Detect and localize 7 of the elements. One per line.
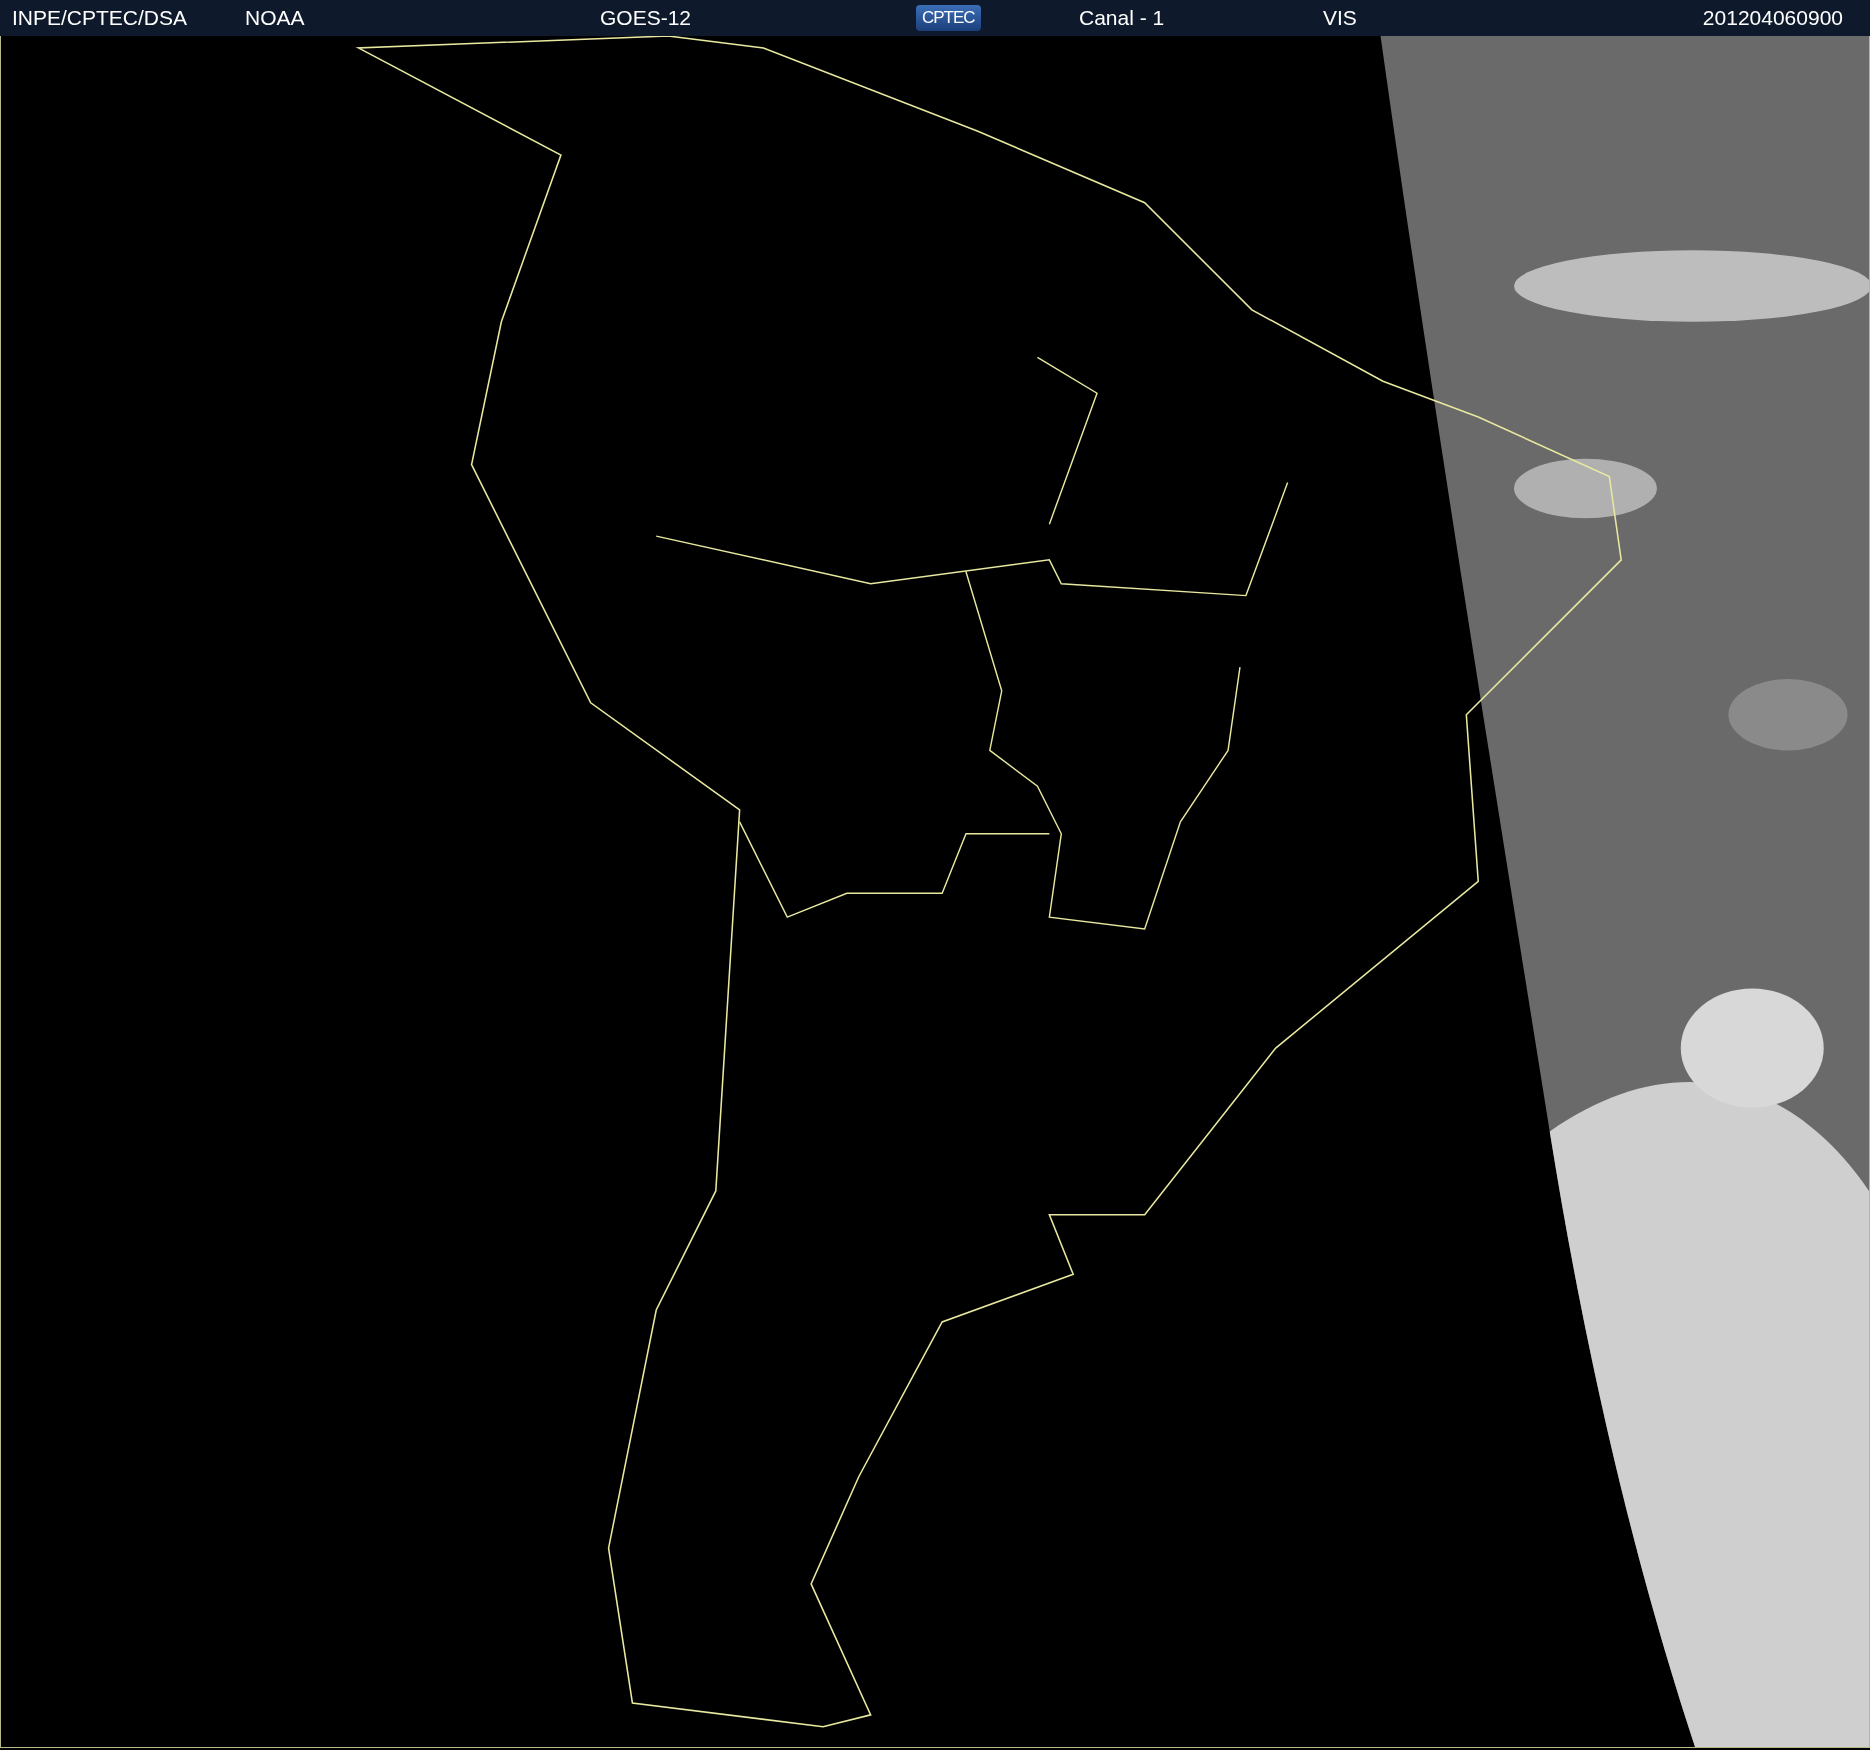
source-label: INPE/CPTEC/DSA xyxy=(12,6,188,30)
band-label: VIS xyxy=(1323,6,1357,30)
agency-label: NOAA xyxy=(245,6,305,30)
channel-label: Canal - 1 xyxy=(1079,6,1165,30)
satellite-label: GOES-12 xyxy=(600,6,692,30)
timestamp-label: 201204060900 xyxy=(1702,6,1843,30)
logo: CPTEC xyxy=(916,5,981,31)
